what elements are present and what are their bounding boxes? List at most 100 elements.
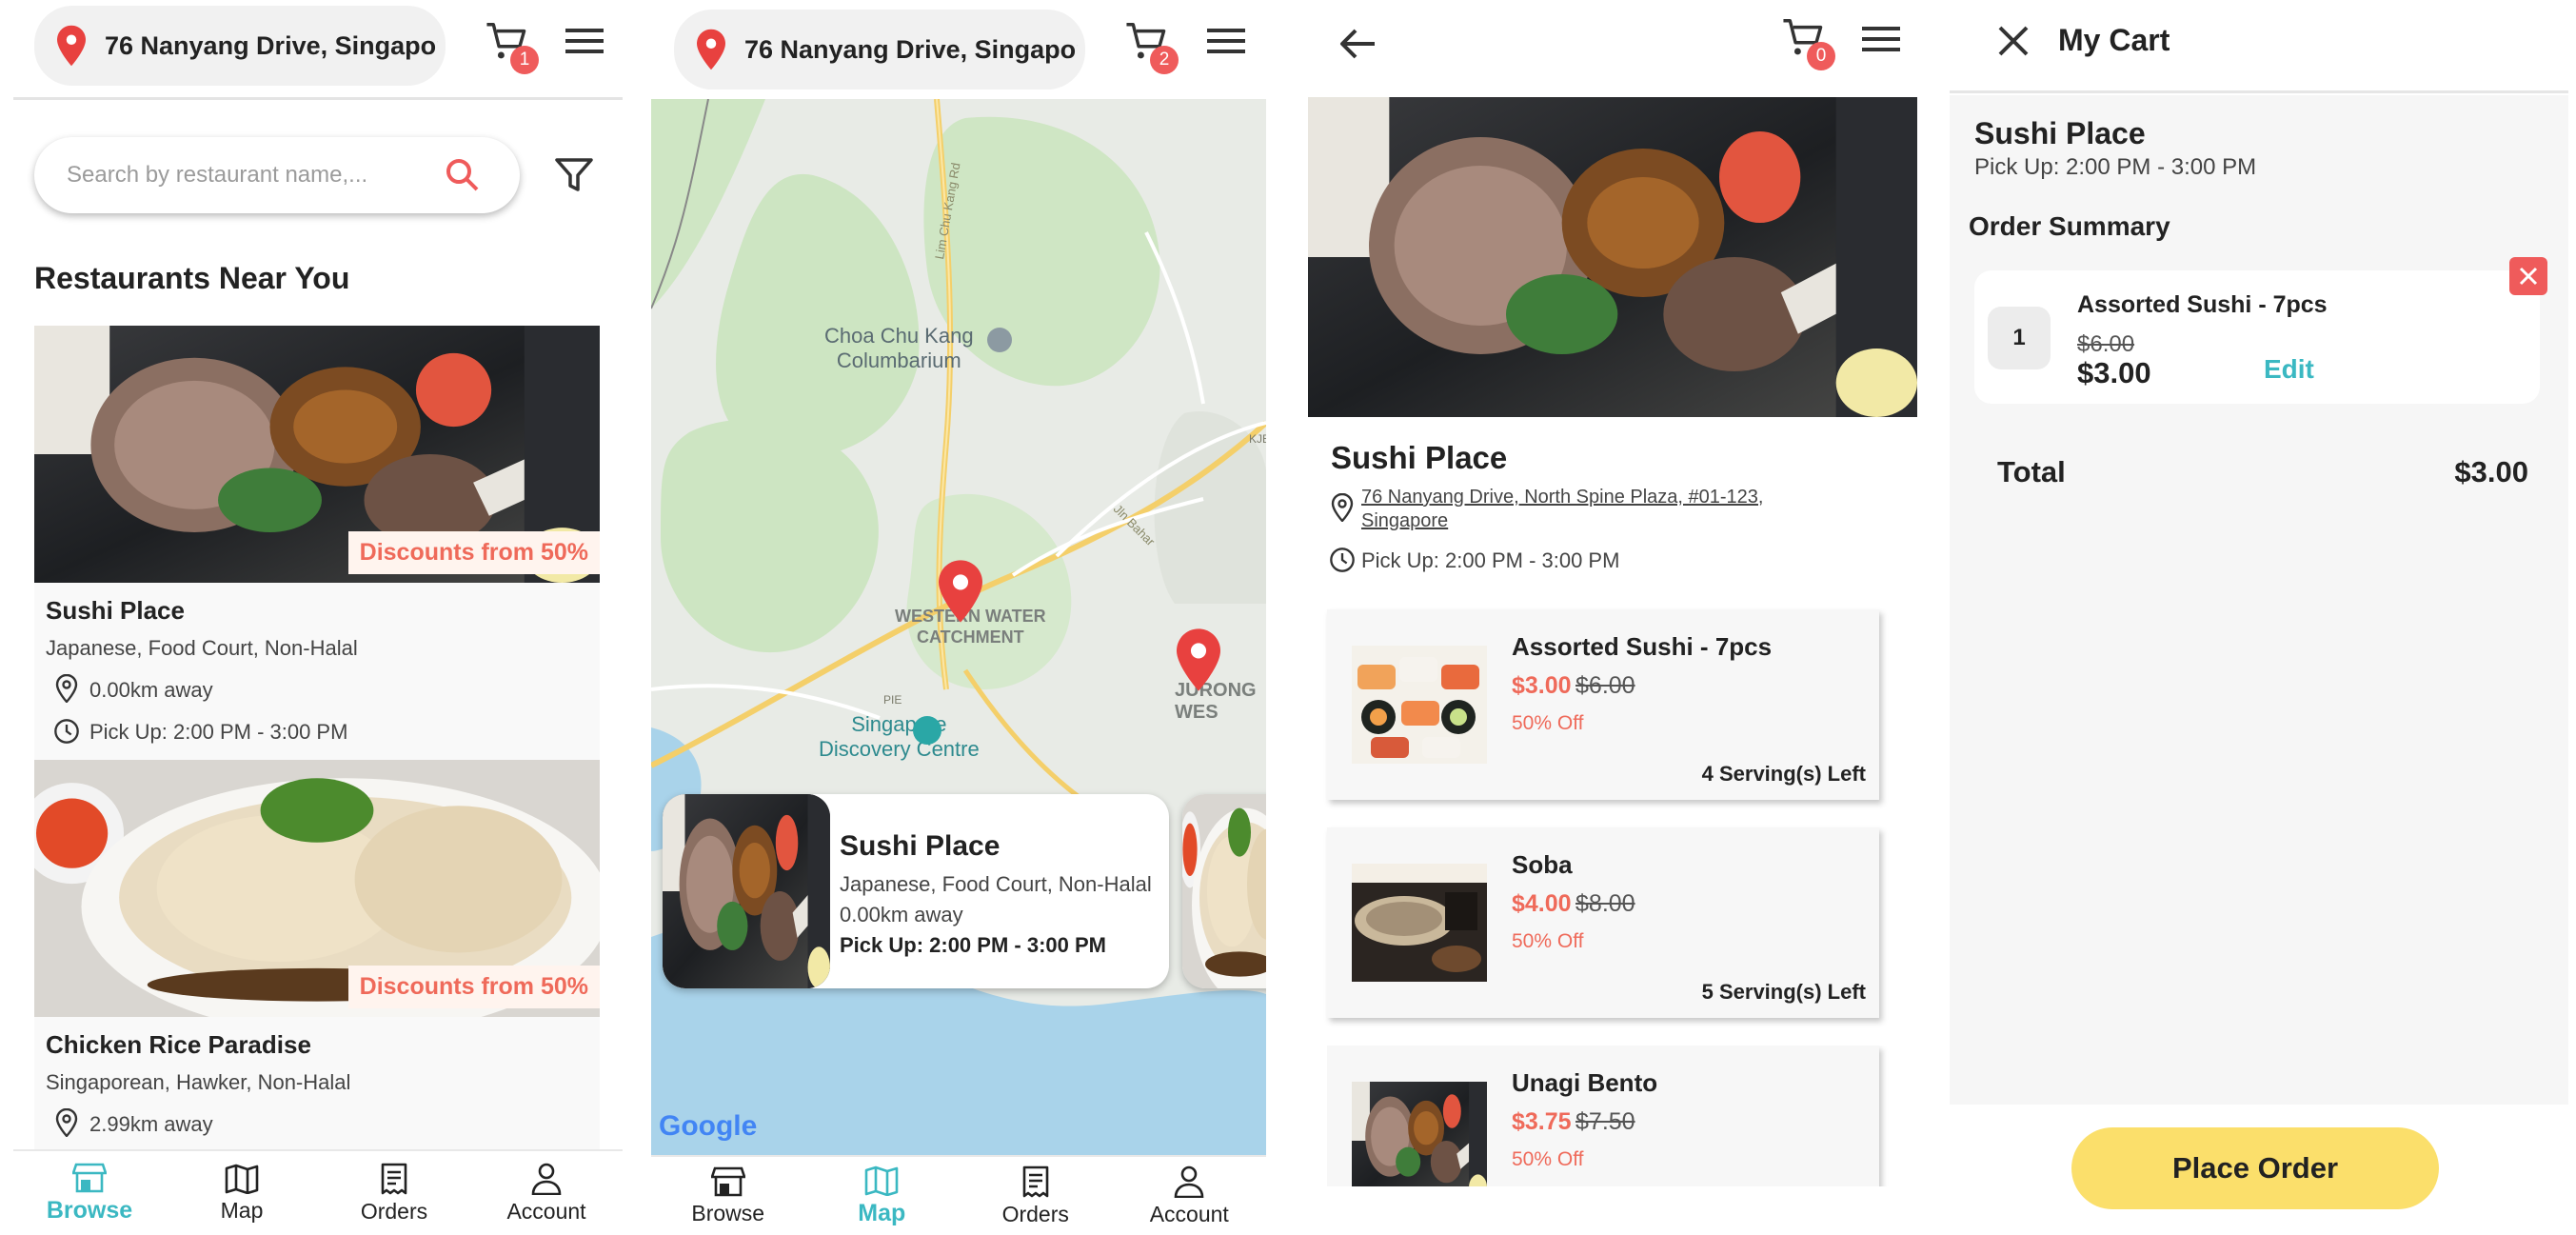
nav-browse[interactable]: Browse (651, 1157, 805, 1235)
cart-body (1950, 95, 2568, 1105)
menu-item-discount: 50% Off (1512, 930, 1584, 952)
discount-badge: Discounts from 50% (347, 531, 600, 574)
search-input[interactable]: Search by restaurant name,... (67, 162, 428, 189)
close-icon (2519, 267, 2538, 286)
menu-item-name: Assorted Sushi - 7pcs (1512, 632, 1773, 661)
section-title: Restaurants Near You (34, 261, 350, 295)
clock-icon (53, 718, 80, 745)
discount-badge: Discounts from 50% (347, 966, 600, 1008)
search-bar[interactable]: Search by restaurant name,... (34, 137, 520, 213)
menu-item-price: $3.75 $7.50 (1512, 1108, 1635, 1135)
search-icon[interactable] (444, 156, 482, 194)
restaurant-map-pin[interactable] (939, 560, 982, 623)
cart-header: My Cart (1950, 0, 2568, 93)
location-selector[interactable]: 76 Nanyang Drive, Singapore (674, 10, 1085, 90)
cart-count-badge: 2 (1150, 46, 1179, 74)
nav-orders[interactable]: Orders (959, 1157, 1113, 1235)
restaurant-pickup: Pick Up: 2:00 PM - 3:00 PM (840, 933, 1106, 957)
bottom-nav: Browse Map Orders Account (13, 1149, 623, 1235)
location-icon (1331, 493, 1354, 522)
map-view[interactable]: Choa Chu Kang Columbarium Lim Chu Kang R… (651, 99, 1266, 1156)
restaurant-pickup: Pick Up: 2:00 PM - 3:00 PM (1361, 548, 1620, 572)
nav-account[interactable]: Account (1113, 1157, 1267, 1235)
menu-item-card[interactable]: Unagi Bento $3.75 $7.50 50% Off (1327, 1046, 1879, 1186)
menu-item-price: $4.00 $8.00 (1512, 890, 1635, 917)
cart-button[interactable]: 2 (1123, 19, 1179, 74)
restaurant-pickup: Pick Up: 2:00 PM - 3:00 PM (89, 720, 348, 744)
menu-item-stock: 4 Serving(s) Left (1701, 762, 1866, 786)
cart-item-old-price: $6.00 (2077, 331, 2135, 357)
cart-pickup: Pick Up: 2:00 PM - 3:00 PM (1974, 154, 2257, 180)
restaurant-screen: 0 Sushi Place 76 Nanyang Drive, North Sp… (1279, 0, 1927, 1235)
restaurant-hero-photo (1308, 97, 1917, 417)
remove-item-button[interactable] (2509, 257, 2547, 295)
restaurant-distance: 2.99km away (89, 1112, 213, 1136)
map-screen: 76 Nanyang Drive, Singapore 2 Choa Chu K… (640, 0, 1268, 1235)
restaurant-card[interactable]: Discounts from 50% Chicken Rice Paradise… (34, 760, 600, 1160)
nav-map[interactable]: Map (166, 1151, 318, 1235)
restaurant-address[interactable]: 76 Nanyang Drive, North Spine Plaza, #01… (1361, 486, 1763, 533)
total-value: $3.00 (2454, 455, 2528, 488)
menu-item-discount: 50% Off (1512, 1148, 1584, 1170)
location-pin-icon (697, 29, 725, 70)
menu-item-card[interactable]: Assorted Sushi - 7pcs $3.00 $6.00 50% Of… (1327, 609, 1879, 800)
restaurant-name: Sushi Place (840, 830, 1001, 862)
account-icon (531, 1163, 562, 1195)
restaurant-tags: Japanese, Food Court, Non-Halal (840, 872, 1152, 896)
map-icon (225, 1164, 259, 1194)
order-summary-title: Order Summary (1969, 211, 2170, 241)
clock-icon (1329, 547, 1356, 573)
location-pin-icon (57, 25, 86, 67)
google-logo: Google (659, 1110, 758, 1142)
account-icon (1174, 1165, 1204, 1198)
poi-marker[interactable] (987, 328, 1012, 352)
bottom-nav: Browse Map Orders Account (651, 1155, 1266, 1235)
location-selector[interactable]: 76 Nanyang Drive, Singapore (34, 6, 446, 86)
cart-count-badge: 0 (1807, 42, 1835, 70)
poi-marker[interactable] (913, 716, 941, 745)
cart-item-name: Assorted Sushi - 7pcs (2077, 291, 2328, 318)
cart-item: 1 Assorted Sushi - 7pcs $6.00 $3.00 Edit (1974, 270, 2540, 404)
map-icon (864, 1165, 899, 1196)
menu-icon[interactable] (1207, 27, 1245, 55)
address-label: 76 Nanyang Drive, Singapore (105, 30, 438, 60)
store-icon (72, 1163, 107, 1193)
edit-item-button[interactable]: Edit (2264, 354, 2314, 385)
total-label: Total (1997, 455, 2066, 488)
map-label-poi: Choa Chu Kang Columbarium (824, 324, 974, 372)
menu-item-photo (1352, 646, 1487, 764)
restaurant-tags: Singaporean, Hawker, Non-Halal (46, 1070, 351, 1094)
cart-restaurant-name: Sushi Place (1974, 116, 2146, 150)
cart-button[interactable]: 1 (484, 19, 539, 74)
menu-item-name: Soba (1512, 850, 1573, 879)
nav-map[interactable]: Map (805, 1157, 960, 1235)
header-divider (13, 97, 623, 100)
menu-item-clip: Unagi Bento $3.75 $7.50 50% Off (1327, 1046, 1889, 1186)
place-order-button[interactable]: Place Order (2071, 1127, 2439, 1209)
distance-icon (55, 674, 78, 703)
restaurant-map-card-next[interactable] (1182, 794, 1266, 988)
restaurant-name: Sushi Place (46, 596, 185, 625)
filter-icon[interactable] (554, 156, 594, 194)
restaurant-distance: 0.00km away (840, 903, 963, 926)
menu-icon[interactable] (1862, 25, 1900, 53)
nav-orders[interactable]: Orders (318, 1151, 470, 1235)
address-label: 76 Nanyang Drive, Singapore (744, 34, 1078, 64)
menu-item-card[interactable]: Soba $4.00 $8.00 50% Off 5 Serving(s) Le… (1327, 827, 1879, 1018)
close-icon[interactable] (1997, 25, 2030, 57)
road-label: KJE (1249, 432, 1266, 446)
nav-browse[interactable]: Browse (13, 1151, 166, 1235)
orders-icon (1020, 1165, 1051, 1198)
restaurant-map-pin[interactable] (1177, 628, 1220, 691)
restaurant-map-card[interactable]: Sushi Place Japanese, Food Court, Non-Ha… (663, 794, 1169, 988)
browse-screen: 76 Nanyang Drive, Singapore 1 Search by … (0, 0, 628, 1235)
back-arrow-icon[interactable] (1338, 25, 1378, 63)
cart-item-price: $3.00 (2077, 356, 2151, 389)
restaurant-card[interactable]: Discounts from 50% Sushi Place Japanese,… (34, 326, 600, 760)
nav-account[interactable]: Account (470, 1151, 623, 1235)
cart-item-quantity[interactable]: 1 (1988, 307, 2051, 369)
menu-icon[interactable] (565, 27, 604, 55)
orders-icon (379, 1163, 409, 1195)
restaurant-name: Sushi Place (1331, 440, 1508, 475)
cart-button[interactable]: 0 (1780, 15, 1835, 70)
